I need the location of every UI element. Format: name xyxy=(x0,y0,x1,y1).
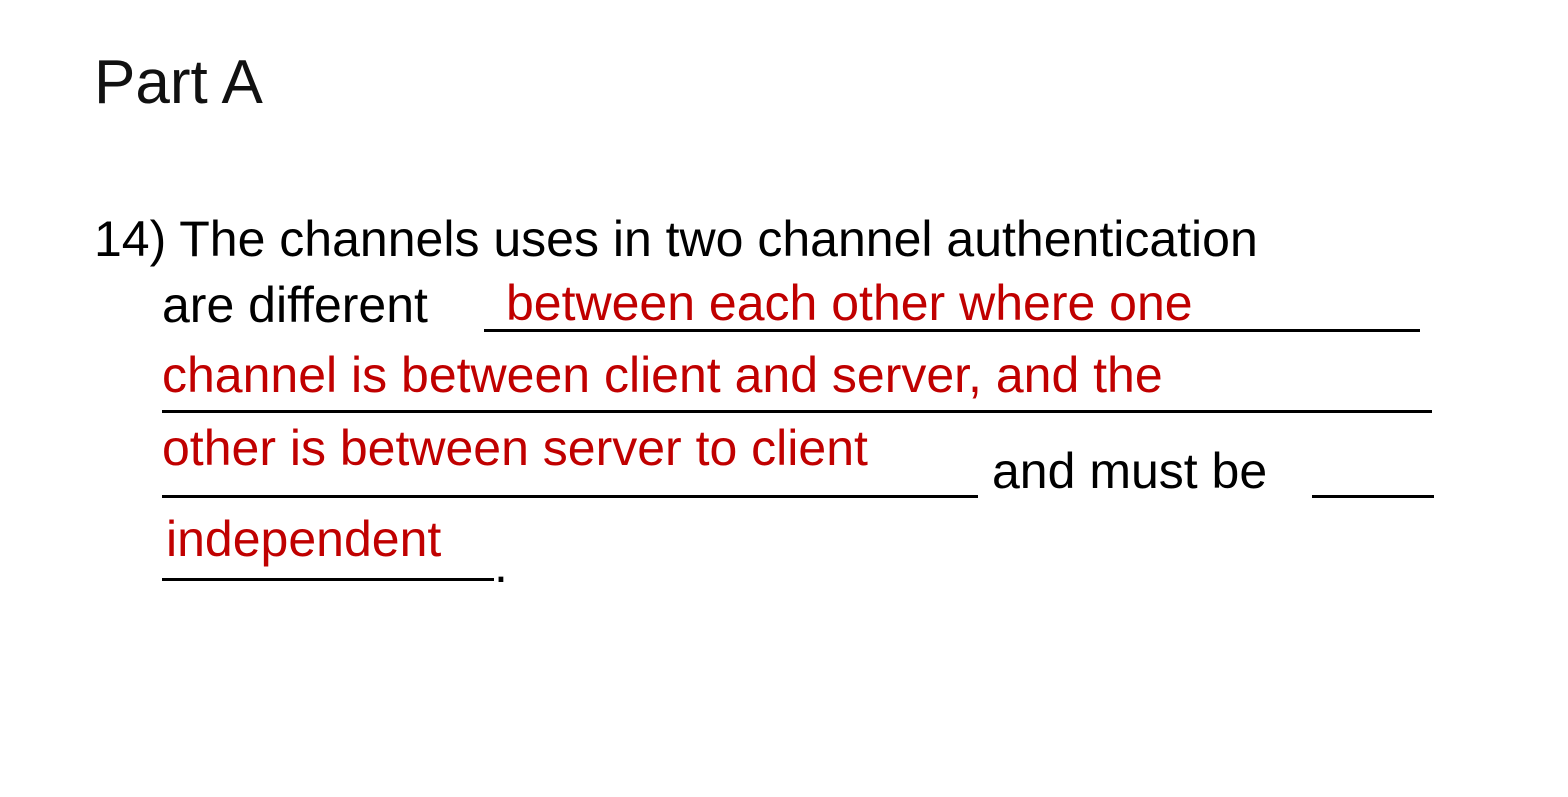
blank-underline-1 xyxy=(484,329,1420,332)
slide-title: Part A xyxy=(94,48,263,117)
blank-underline-2 xyxy=(162,410,1432,413)
blank-underline-5 xyxy=(162,578,494,581)
answer-independent: independent xyxy=(166,511,442,567)
question-text: 14) The channels uses in two channel aut… xyxy=(94,211,1258,267)
slide: Part A 14) The channels uses in two chan… xyxy=(0,0,1568,797)
answer-text-line-3: other is between server to client xyxy=(162,420,868,476)
question-prefix: are different xyxy=(162,277,428,333)
answer-text-line-2: channel is between client and server, an… xyxy=(162,347,1163,403)
question-middle: and must be xyxy=(992,443,1268,499)
blank-underline-4 xyxy=(1312,495,1434,498)
question-end-period: . xyxy=(494,537,508,593)
blank-underline-3 xyxy=(162,495,978,498)
answer-text-line-1: between each other where one xyxy=(506,275,1193,331)
